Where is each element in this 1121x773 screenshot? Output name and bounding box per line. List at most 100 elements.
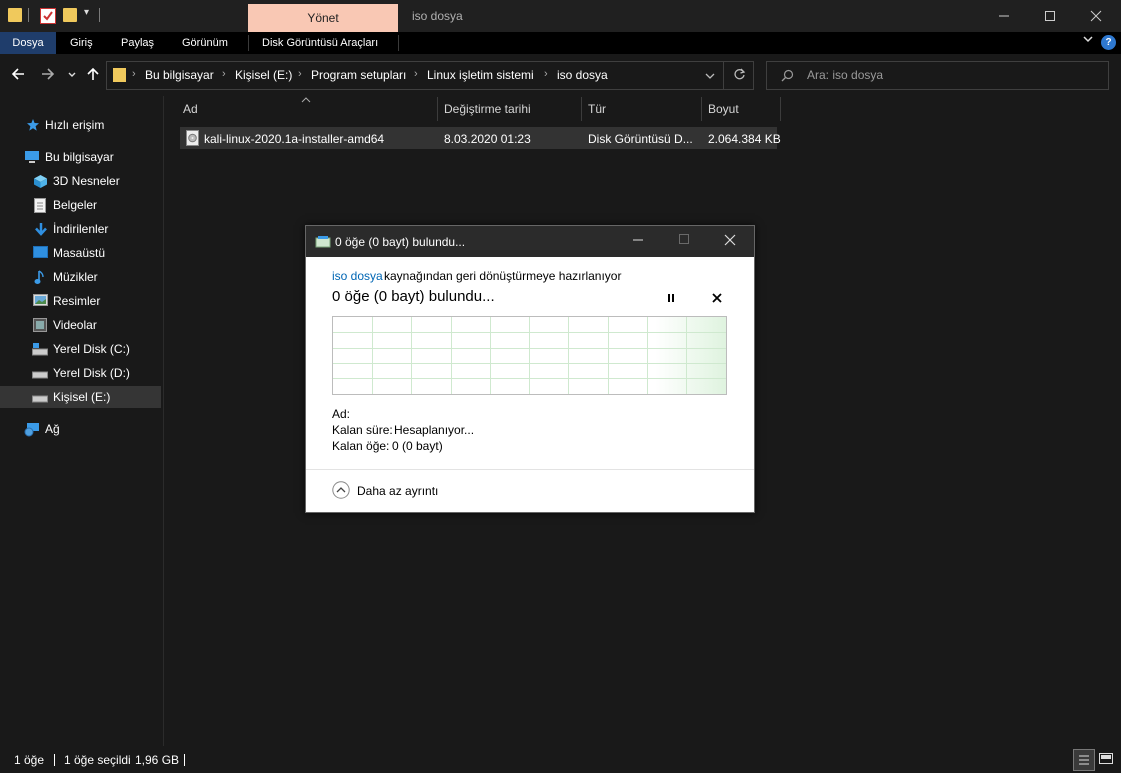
item-count: 1 öğe bbox=[14, 753, 45, 767]
selected-size: 1,96 GB bbox=[135, 753, 180, 767]
sidebar-item-videos[interactable]: Videolar bbox=[0, 314, 161, 336]
refresh-icon[interactable] bbox=[733, 68, 746, 84]
close-button[interactable] bbox=[1073, 0, 1119, 32]
source-folder-link[interactable]: iso dosya bbox=[332, 269, 383, 283]
quick-access-dropdown-icon[interactable]: ▾ bbox=[84, 7, 89, 18]
address-bar[interactable]: › Bu bilgisayar › Kişisel (E:) › Program… bbox=[106, 61, 754, 90]
search-field[interactable]: Ara: iso dosya bbox=[766, 61, 1109, 90]
divider bbox=[28, 8, 29, 22]
sort-ascending-icon bbox=[301, 95, 311, 105]
less-details-label[interactable]: Daha az ayrıntı bbox=[357, 484, 438, 498]
time-remaining-value: Hesaplanıyor... bbox=[394, 423, 475, 437]
table-row[interactable]: kali-linux-2020.1a-installer-amd64 8.03.… bbox=[180, 127, 781, 149]
details-view-icon bbox=[1079, 755, 1089, 765]
preparing-text: kaynağından geri dönüştürmeye hazırlanıy… bbox=[384, 269, 622, 283]
tab-view[interactable]: Görünüm bbox=[182, 32, 228, 54]
column-divider[interactable] bbox=[780, 97, 781, 121]
back-arrow-icon[interactable] bbox=[10, 66, 26, 85]
maximize-icon bbox=[1045, 11, 1055, 21]
details-view-button[interactable] bbox=[1073, 749, 1095, 771]
breadcrumb-this-pc[interactable]: Bu bilgisayar bbox=[145, 68, 214, 82]
sidebar-item-pictures[interactable]: Resimler bbox=[0, 290, 161, 312]
progress-heading: 0 öğe (0 bayt) bulundu... bbox=[332, 288, 495, 305]
name-label: Ad: bbox=[332, 407, 351, 421]
file-name: kali-linux-2020.1a-installer-amd64 bbox=[204, 132, 385, 146]
sidebar-item-quick-access[interactable]: Hızlı erişim bbox=[0, 114, 161, 136]
sidebar-item-label: İndirilenler bbox=[53, 222, 109, 236]
cube-icon bbox=[33, 174, 47, 188]
large-icons-view-button[interactable] bbox=[1098, 751, 1114, 770]
sidebar-item-documents[interactable]: Belgeler bbox=[0, 194, 161, 216]
breadcrumb-drive-e[interactable]: Kişisel (E:) bbox=[235, 68, 292, 82]
download-arrow-icon bbox=[34, 222, 48, 236]
recent-locations-chevron-icon[interactable] bbox=[67, 69, 77, 83]
properties-icon[interactable] bbox=[40, 8, 56, 24]
sidebar-item-label: Kişisel (E:) bbox=[53, 390, 111, 404]
search-icon bbox=[781, 69, 794, 85]
chevron-right-icon[interactable]: › bbox=[132, 68, 136, 80]
less-details-button[interactable] bbox=[332, 481, 350, 502]
file-size: 2.064.384 KB bbox=[708, 132, 781, 146]
divider bbox=[723, 62, 724, 89]
computer-icon bbox=[24, 150, 39, 163]
tab-manage[interactable]: Yönet bbox=[248, 4, 398, 32]
tab-disk-image-tools[interactable]: Disk Görüntüsü Araçları bbox=[262, 32, 378, 54]
pause-button[interactable] bbox=[666, 292, 676, 306]
address-history-chevron-icon[interactable] bbox=[705, 70, 715, 84]
close-icon bbox=[1090, 10, 1102, 22]
forward-arrow-icon[interactable] bbox=[40, 66, 56, 85]
ribbon-collapse-icon[interactable] bbox=[1082, 33, 1094, 48]
maximize-button[interactable] bbox=[1027, 0, 1073, 32]
sidebar-item-3d-objects[interactable]: 3D Nesneler bbox=[0, 170, 161, 192]
column-divider[interactable] bbox=[581, 97, 582, 121]
column-divider[interactable] bbox=[701, 97, 702, 121]
new-folder-icon[interactable] bbox=[63, 8, 77, 22]
column-divider[interactable] bbox=[437, 97, 438, 121]
status-bar: 1 öğe 1 öğe seçildi 1,96 GB bbox=[0, 746, 1121, 772]
divider bbox=[184, 754, 185, 766]
minimize-button[interactable] bbox=[981, 0, 1027, 32]
sidebar-item-downloads[interactable]: İndirilenler bbox=[0, 218, 161, 240]
column-header-size[interactable]: Boyut bbox=[708, 102, 739, 116]
chevron-up-icon bbox=[332, 481, 350, 499]
recycle-progress-dialog: 0 öğe (0 bayt) bulundu... iso dosya kayn… bbox=[305, 225, 755, 513]
breadcrumb-linux-os[interactable]: Linux işletim sistemi bbox=[427, 68, 534, 82]
sidebar-item-drive-d[interactable]: Yerel Disk (D:) bbox=[0, 362, 161, 384]
sidebar-item-label: Müzikler bbox=[53, 270, 98, 284]
music-note-icon bbox=[34, 270, 48, 284]
file-modified: 8.03.2020 01:23 bbox=[444, 132, 531, 146]
dialog-title: 0 öğe (0 bayt) bulundu... bbox=[335, 235, 466, 249]
sidebar-item-drive-e[interactable]: Kişisel (E:) bbox=[0, 386, 161, 408]
sidebar-item-drive-c[interactable]: Yerel Disk (C:) bbox=[0, 338, 161, 360]
column-header-name[interactable]: Ad bbox=[183, 102, 198, 116]
close-icon[interactable] bbox=[724, 234, 736, 249]
chevron-right-icon[interactable]: › bbox=[222, 68, 226, 80]
sidebar-item-label: Ağ bbox=[45, 422, 60, 436]
minimize-icon[interactable] bbox=[632, 232, 644, 249]
breadcrumb-iso-folder[interactable]: iso dosya bbox=[557, 68, 608, 82]
tab-home[interactable]: Giriş bbox=[70, 32, 93, 54]
breadcrumb-program-setups[interactable]: Program setupları bbox=[311, 68, 406, 82]
sidebar-item-this-pc[interactable]: Bu bilgisayar bbox=[0, 146, 161, 168]
pause-icon bbox=[668, 294, 674, 302]
tab-share[interactable]: Paylaş bbox=[121, 32, 154, 54]
folder-icon[interactable] bbox=[8, 8, 22, 22]
navigation-pane: Hızlı erişim Bu bilgisayar 3D Nesneler B… bbox=[0, 96, 164, 746]
help-icon[interactable]: ? bbox=[1101, 35, 1116, 50]
column-header-modified[interactable]: Değiştirme tarihi bbox=[444, 102, 531, 116]
cancel-button[interactable] bbox=[712, 292, 722, 306]
sidebar-item-desktop[interactable]: Masaüstü bbox=[0, 242, 161, 264]
network-icon bbox=[24, 422, 39, 437]
divider bbox=[398, 35, 399, 51]
column-header-type[interactable]: Tür bbox=[588, 102, 606, 116]
search-input[interactable]: Ara: iso dosya bbox=[807, 68, 883, 82]
sidebar-item-network[interactable]: Ağ bbox=[0, 418, 161, 440]
sidebar-item-music[interactable]: Müzikler bbox=[0, 266, 161, 288]
tab-file[interactable]: Dosya bbox=[0, 32, 56, 54]
divider bbox=[54, 754, 55, 766]
chevron-right-icon[interactable]: › bbox=[544, 68, 548, 80]
file-type: Disk Görüntüsü D... bbox=[588, 132, 693, 146]
chevron-right-icon[interactable]: › bbox=[298, 68, 302, 80]
up-arrow-icon[interactable] bbox=[85, 66, 101, 85]
chevron-right-icon[interactable]: › bbox=[414, 68, 418, 80]
